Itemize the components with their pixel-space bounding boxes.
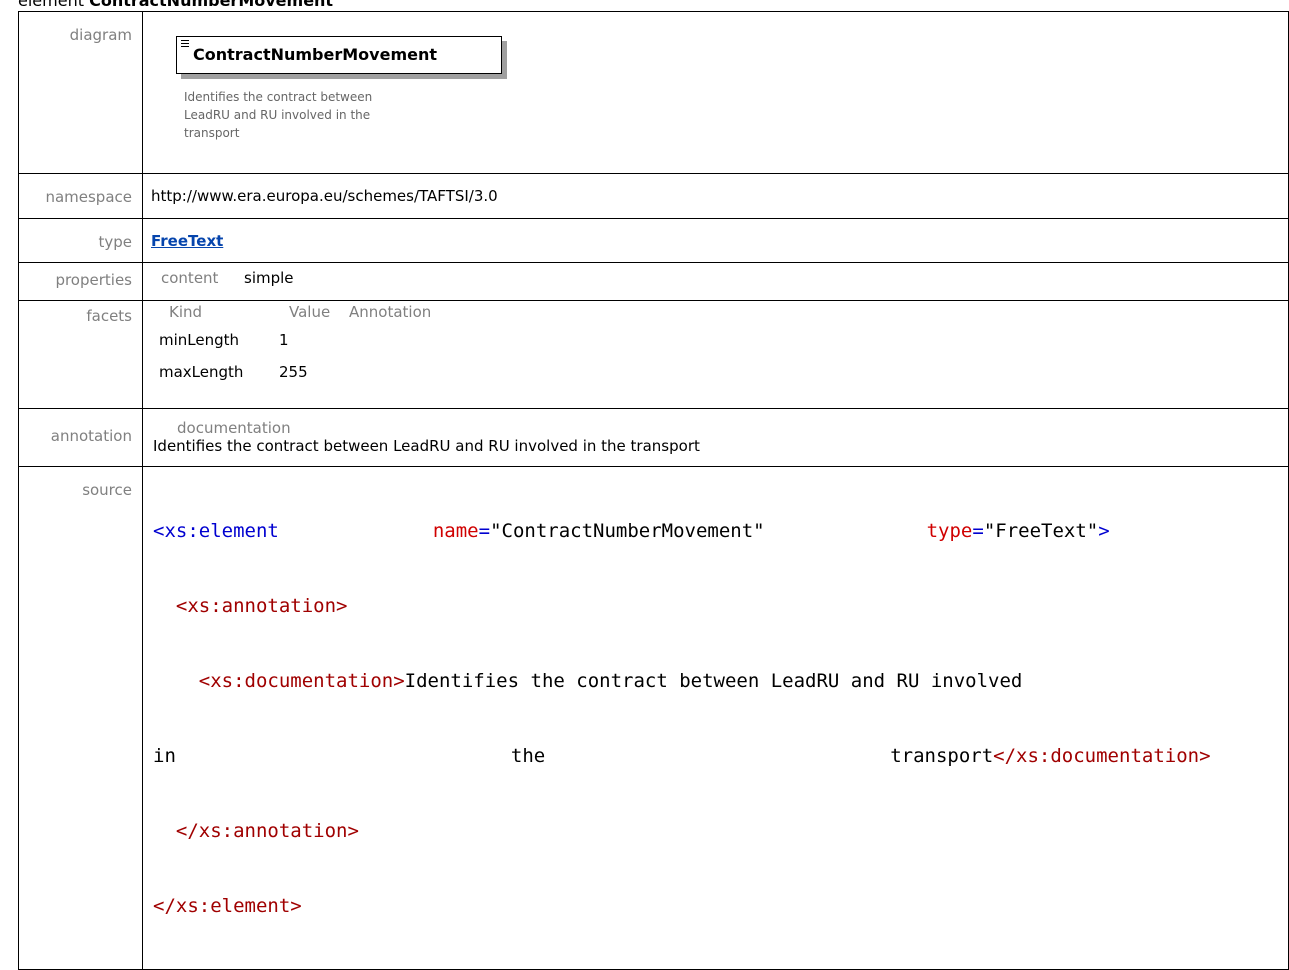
facets-label: facets [18,300,143,409]
source-line-5: </xs:annotation> [175,820,359,842]
element-doc-table: diagram namespace http://www.era.europa.… [18,11,1289,970]
page-title-prefix: element [18,0,84,10]
properties-header: content [161,269,219,287]
source-code: <xs:element name="ContractNumberMovement"… [153,467,1288,969]
properties-label: properties [18,262,143,301]
diagram-description-line-3: transport [184,126,240,140]
diagram-element-box: ContractNumberMovement [176,36,502,74]
page-title: element ContractNumberMovement [18,0,333,11]
diagram-description-line-2: LeadRU and RU involved in the [184,108,371,122]
diagram-label: diagram [18,11,143,174]
facets-row-1: minLength 1 [159,321,1288,350]
facets-row: facets Kind Value Annotation minLength 1… [18,300,1289,409]
facets-header-value: Value [289,303,331,321]
facets-header-row: Kind Value Annotation [159,303,1288,321]
diagram-description: Identifies the contract between LeadRU a… [184,88,464,142]
source-line-2: <xs:annotation> [175,595,348,617]
facets-header-kind: Kind [169,303,203,321]
element-lines-icon [181,40,189,49]
properties-value: simple [244,269,294,287]
source-row: source <xs:element name="ContractNumberMo… [18,466,1289,970]
source-line-3: <xs:documentation>Identifies the contrac… [198,670,1023,692]
annotation-row: annotation documentation Identifies the … [18,408,1289,467]
facets-row-2: maxLength 255 [159,350,1288,382]
type-link[interactable]: FreeText [151,232,223,250]
facets-row-2-value: 255 [279,363,308,381]
source-line-1: <xs:element name="ContractNumberMovement"… [153,520,1110,542]
namespace-label: namespace [18,173,143,219]
facets-row-1-value: 1 [279,331,289,349]
facets-header-annotation: Annotation [349,303,432,321]
properties-row: properties content simple [18,262,1289,301]
annotation-header: documentation [177,419,291,437]
diagram-element-name: ContractNumberMovement [193,45,437,64]
source-line-4: in the transport</xs:documentation> [153,745,1211,767]
type-row: type FreeText [18,218,1289,263]
namespace-value: http://www.era.europa.eu/schemes/TAFTSI/… [151,187,498,205]
diagram-description-line-1: Identifies the contract between [184,90,373,104]
facets-row-2-kind: maxLength [159,363,244,381]
annotation-label: annotation [18,408,143,467]
annotation-text: Identifies the contract between LeadRU a… [153,437,700,455]
type-label: type [18,218,143,263]
namespace-row: namespace http://www.era.europa.eu/schem… [18,173,1289,219]
facets-row-1-kind: minLength [159,331,240,349]
page-title-name: ContractNumberMovement [89,0,334,10]
facets-table: Kind Value Annotation minLength 1 maxLen… [159,301,1288,382]
source-line-6: </xs:element> [153,895,302,917]
source-label: source [18,466,143,970]
